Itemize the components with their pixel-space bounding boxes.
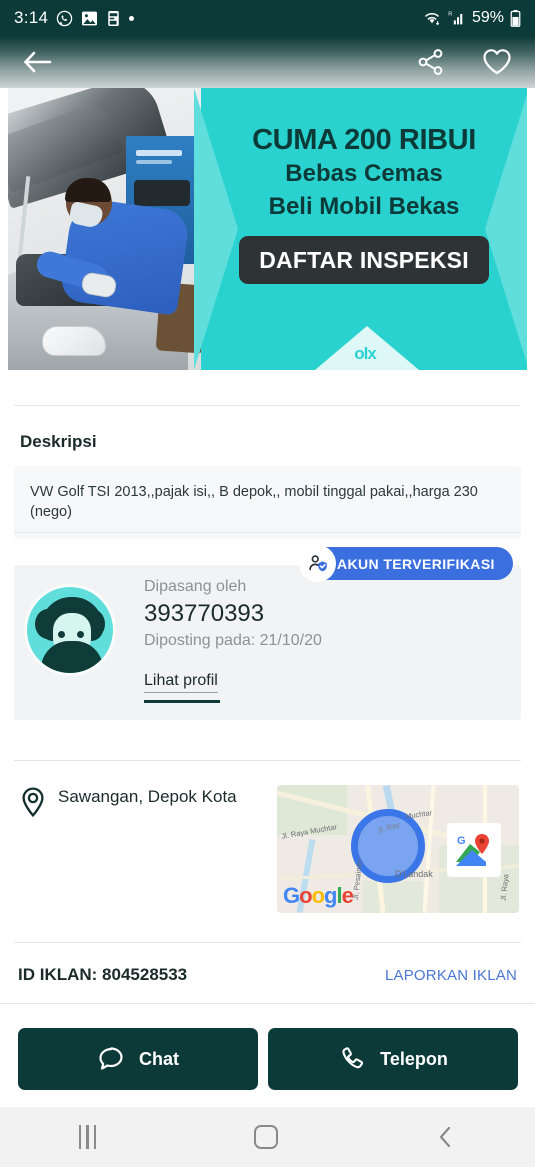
gallery-icon [82,11,98,25]
divider-above-location [14,760,521,761]
google-logo: Google [283,883,354,908]
status-time: 3:14 [14,8,49,27]
battery-percent: 59% [471,9,504,26]
divider-above-seller [14,532,521,533]
chat-bubble-icon [99,1047,123,1070]
promo-banner[interactable]: CUMA 200 RIBUI Bebas Cemas Beli Mobil Be… [8,88,527,370]
status-bar: 3:14 R 59% [0,0,535,36]
app-screen: 3:14 R 59% CUMA 200 RIBUI Bebas Cemas Be… [0,0,535,1167]
map-label-place: D'Landak [395,869,433,879]
advert-id: ID IKLAN: 804528533 [18,965,188,984]
status-bar-left: 3:14 [14,8,135,28]
whatsapp-icon [57,10,73,26]
signal-bars-icon: R [448,12,463,25]
location-map[interactable]: Jl. Raya Muchtar Muchtar Jl. Ray D'Landa… [277,785,519,913]
battery-icon [510,9,521,27]
back-chevron-icon[interactable] [436,1125,456,1149]
seller-name: 393770393 [144,600,265,627]
app-bar [0,36,535,88]
banner-subline-2: Beli Mobil Bekas [268,193,460,220]
location-pin-icon [20,787,46,822]
status-bar-right: R 59% [422,9,521,27]
chat-button[interactable]: Chat [18,1028,258,1090]
view-profile-underline [144,700,220,703]
olx-logo: olx [354,344,377,363]
call-button[interactable]: Telepon [268,1028,518,1090]
banner-content: CUMA 200 RIBUI Bebas Cemas Beli Mobil Be… [201,88,527,370]
verified-account-badge: AKUN TERVERIFIKASI [299,545,513,582]
share-icon[interactable] [417,48,445,76]
banner-cta-button[interactable]: DAFTAR INSPEKSI [239,236,489,284]
svg-text:G: G [457,835,466,847]
report-advert-link[interactable]: LAPORKAN IKLAN [385,967,517,984]
verified-shield-icon [299,545,336,582]
seller-posted-date: Diposting pada: 21/10/20 [144,632,322,649]
heart-icon[interactable] [481,47,513,77]
back-arrow-icon[interactable] [22,49,52,75]
call-button-label: Telepon [380,1048,448,1069]
view-profile-link[interactable]: Lihat profil [144,672,218,693]
banner-subline-1: Bebas Cemas [285,160,443,187]
chat-button-label: Chat [139,1048,179,1069]
verified-badge-label: AKUN TERVERIFIKASI [337,555,495,572]
google-maps-icon[interactable]: G [447,823,501,877]
action-bar: Chat Telepon [0,1003,535,1107]
dot-icon [129,15,135,21]
banner-headline: CUMA 200 RIBUI [252,124,476,156]
banner-photo [8,88,201,370]
avatar [24,584,116,676]
wifi-icon [425,13,440,26]
home-icon[interactable] [254,1125,279,1149]
recents-icon[interactable] [78,1125,97,1149]
description-body: VW Golf TSI 2013,,pajak isi,, B depok,, … [14,466,521,539]
description-title: Deskripsi [20,432,97,451]
svg-text:R: R [448,12,452,18]
app-icon [108,10,120,26]
location-address: Sawangan, Depok Kota [58,787,237,806]
android-nav-bar [0,1107,535,1167]
app-bar-actions [417,47,513,77]
divider-above-description [14,405,521,406]
phone-icon [342,1047,364,1069]
seller-posted-by-label: Dipasang oleh [144,578,247,595]
divider-above-advert-id [14,942,521,943]
